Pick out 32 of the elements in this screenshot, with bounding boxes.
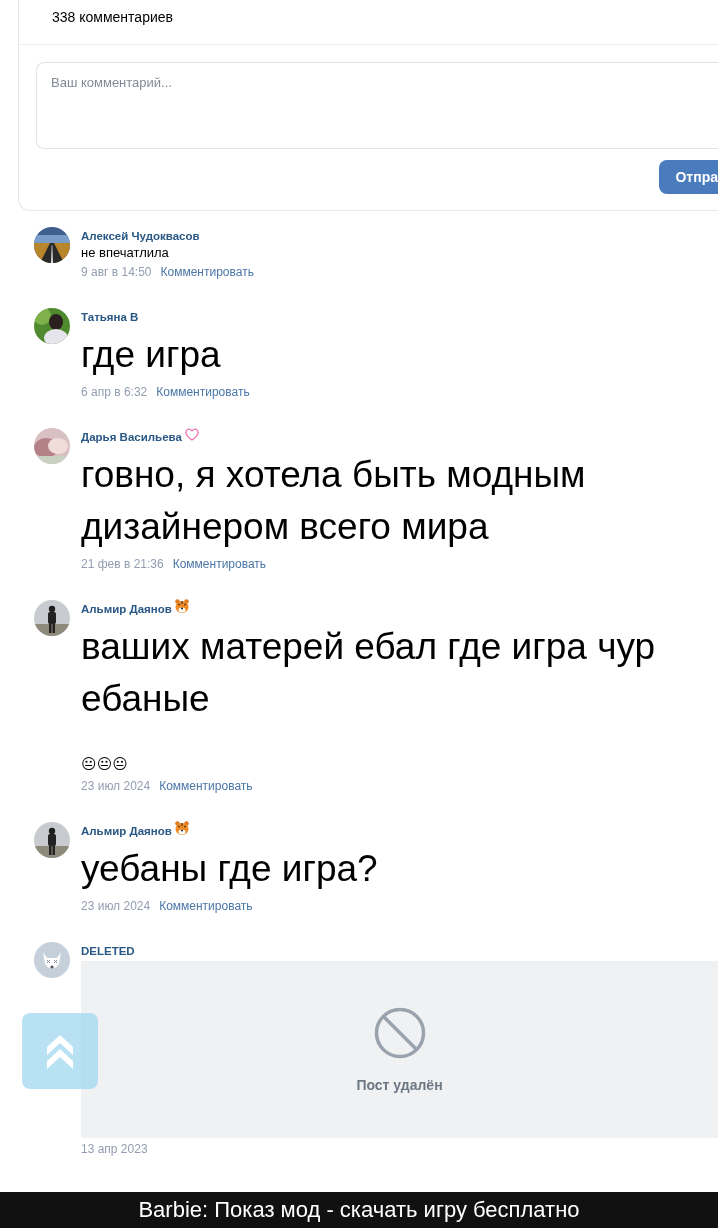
author-link[interactable]: DELETED (81, 945, 135, 957)
reply-link[interactable]: Комментировать (172, 555, 267, 573)
comment-text: не впечатлила (81, 244, 170, 261)
comment-date: 21 фев в 21:36 (81, 556, 164, 573)
comment-text: где игра (81, 333, 222, 377)
comment-date: 6 апр в 6:32 (81, 384, 148, 401)
comment-date: 13 апр 2023 (81, 1141, 148, 1158)
comment-date: 23 июл 2024 (81, 778, 151, 795)
comment-count: 338 комментариев (52, 9, 173, 25)
author-link[interactable]: Татьяна В (81, 311, 139, 323)
comment-text: говно, я хотела быть модным дизайнером всего мира (81, 453, 587, 549)
comment-date: 23 июл 2024 (81, 898, 151, 915)
author-link[interactable]: Альмир Даянов (81, 603, 172, 615)
emoji-reaction: 😐😐😐 (81, 754, 129, 775)
reply-link[interactable]: Комментировать (159, 777, 253, 795)
comment-text: уебаны где игра? (81, 847, 379, 891)
comment-input[interactable]: Ваш комментарий... (36, 62, 718, 149)
subtitle-text: Barbie: Показ мод - скачать игру бесплатно (138, 1197, 580, 1223)
author-link[interactable]: Алексей Чудоквасов (81, 230, 200, 242)
tiger-icon (173, 598, 190, 614)
prohibited-icon (373, 1006, 426, 1059)
heart-outline-icon (183, 426, 200, 442)
tiger-icon (173, 820, 190, 836)
deleted-notice: Пост удалён (356, 1076, 443, 1093)
send-button[interactable]: Отпра (659, 160, 718, 194)
reply-link[interactable]: Комментировать (156, 383, 250, 401)
author-link[interactable]: Дарья Васильева (81, 431, 182, 443)
author-link[interactable]: Альмир Даянов (81, 825, 172, 837)
reply-link[interactable]: Комментировать (160, 263, 254, 281)
reply-link[interactable]: Комментировать (159, 897, 253, 915)
comment-text: ваших матерей ебал где игра чур ебаные (81, 625, 657, 721)
comment-date: 9 авг в 14:50 (81, 264, 152, 281)
